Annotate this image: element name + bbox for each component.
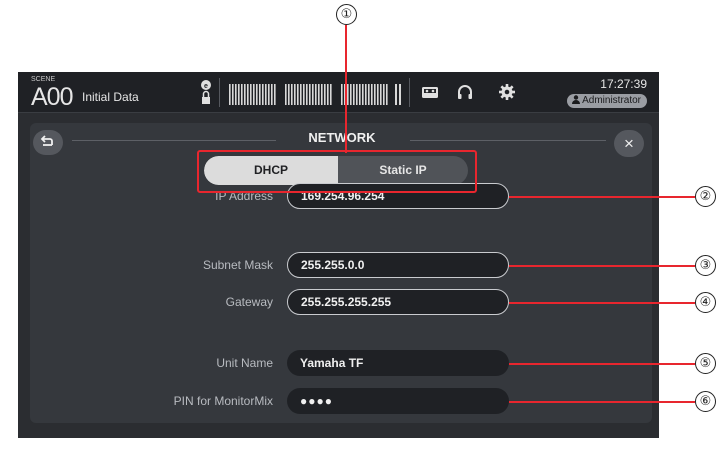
meter-segment [294, 84, 296, 105]
callout-4: ④ [695, 292, 716, 313]
title-rule-right [410, 140, 606, 141]
meter-segment [371, 84, 373, 105]
callout-3: ③ [695, 255, 716, 276]
meter-segment [353, 84, 355, 105]
meter-segment [250, 84, 252, 105]
meter-segment [256, 84, 258, 105]
meter-segment [271, 84, 273, 105]
scene-name[interactable]: Initial Data [82, 90, 139, 104]
callout-3-line [509, 265, 695, 267]
user-name: Administrator [582, 95, 641, 106]
user-icon [571, 95, 582, 106]
meter-segment [374, 84, 376, 105]
callout-6: ⑥ [695, 391, 716, 412]
meter-segment [327, 84, 329, 105]
meter-segment [312, 84, 314, 105]
meter-segment [383, 84, 385, 105]
separator [409, 78, 410, 107]
meter-segment [288, 84, 290, 105]
meter-segment [235, 84, 237, 105]
level-meters[interactable] [229, 80, 405, 105]
meter-segment [253, 84, 255, 105]
meter-segment [265, 84, 267, 105]
meter-segment [274, 84, 276, 105]
meter-segment [318, 84, 320, 105]
meter-segment [356, 84, 358, 105]
meter-segment [300, 84, 302, 105]
back-button[interactable] [33, 130, 63, 155]
callout-2-line [509, 196, 695, 198]
back-arrow-icon [33, 135, 63, 159]
callout-5: ⑤ [695, 353, 716, 374]
clock: 17:27:39 [600, 77, 647, 91]
meter-segment [347, 84, 349, 105]
callout-1-box [197, 150, 477, 193]
callout-5-line [509, 363, 695, 365]
pin-label: PIN for MonitorMix [173, 394, 273, 408]
headphones-icon[interactable] [455, 82, 475, 102]
gateway-field[interactable]: 255.255.255.255 [287, 289, 509, 315]
meter-segment [399, 84, 401, 105]
meter-segment [359, 84, 361, 105]
gateway-label: Gateway [225, 295, 273, 309]
separator [219, 78, 220, 107]
user-badge[interactable]: Administrator [566, 94, 647, 108]
callout-2: ② [695, 186, 716, 207]
unit-name-field[interactable]: Yamaha TF [287, 350, 509, 376]
meter-segment [244, 84, 246, 105]
top-bar: SCENE A00 Initial Data e 17:27:39 Admini… [18, 72, 659, 113]
svg-text:e: e [204, 83, 208, 90]
unit-name-label: Unit Name [216, 356, 273, 370]
meter-segment [368, 84, 370, 105]
subnet-mask-field[interactable]: 255.255.0.0 [287, 252, 509, 278]
meter-segment [330, 84, 332, 105]
callout-1-line [345, 25, 347, 153]
meter-segment [285, 84, 287, 105]
meter-segment [232, 84, 234, 105]
meter-segment [259, 84, 261, 105]
meter-segment [247, 84, 249, 105]
meter-segment [297, 84, 299, 105]
lock-icon[interactable]: e [200, 79, 212, 107]
meter-segment [306, 84, 308, 105]
pin-field[interactable]: ●●●● [287, 388, 509, 414]
close-button[interactable]: × [614, 130, 644, 157]
gear-icon[interactable] [497, 82, 517, 102]
title-rule-left [72, 140, 276, 141]
scene-number[interactable]: A00 [31, 83, 73, 112]
callout-6-line [509, 401, 695, 403]
dialog-title: NETWORK [308, 130, 376, 145]
meter-segment [386, 84, 388, 105]
meter-segment [341, 84, 343, 105]
subnet-mask-label: Subnet Mask [202, 258, 273, 272]
meter-segment [303, 84, 305, 105]
scene-caption: SCENE [31, 76, 56, 83]
meter-segment [241, 84, 243, 105]
callout-4-line [509, 302, 695, 304]
callout-1: ① [336, 4, 357, 25]
recorder-icon[interactable] [420, 82, 440, 102]
meter-segment [268, 84, 270, 105]
meter-segment [324, 84, 326, 105]
meter-segment [365, 84, 367, 105]
meter-segment [362, 84, 364, 105]
meter-segment [238, 84, 240, 105]
meter-segment [321, 84, 323, 105]
meter-segment [380, 84, 382, 105]
meter-segment [229, 84, 231, 105]
meter-segment [309, 84, 311, 105]
meter-segment [377, 84, 379, 105]
meter-segment [291, 84, 293, 105]
meter-segment [395, 84, 397, 105]
meter-segment [262, 84, 264, 105]
meter-segment [350, 84, 352, 105]
meter-segment [315, 84, 317, 105]
